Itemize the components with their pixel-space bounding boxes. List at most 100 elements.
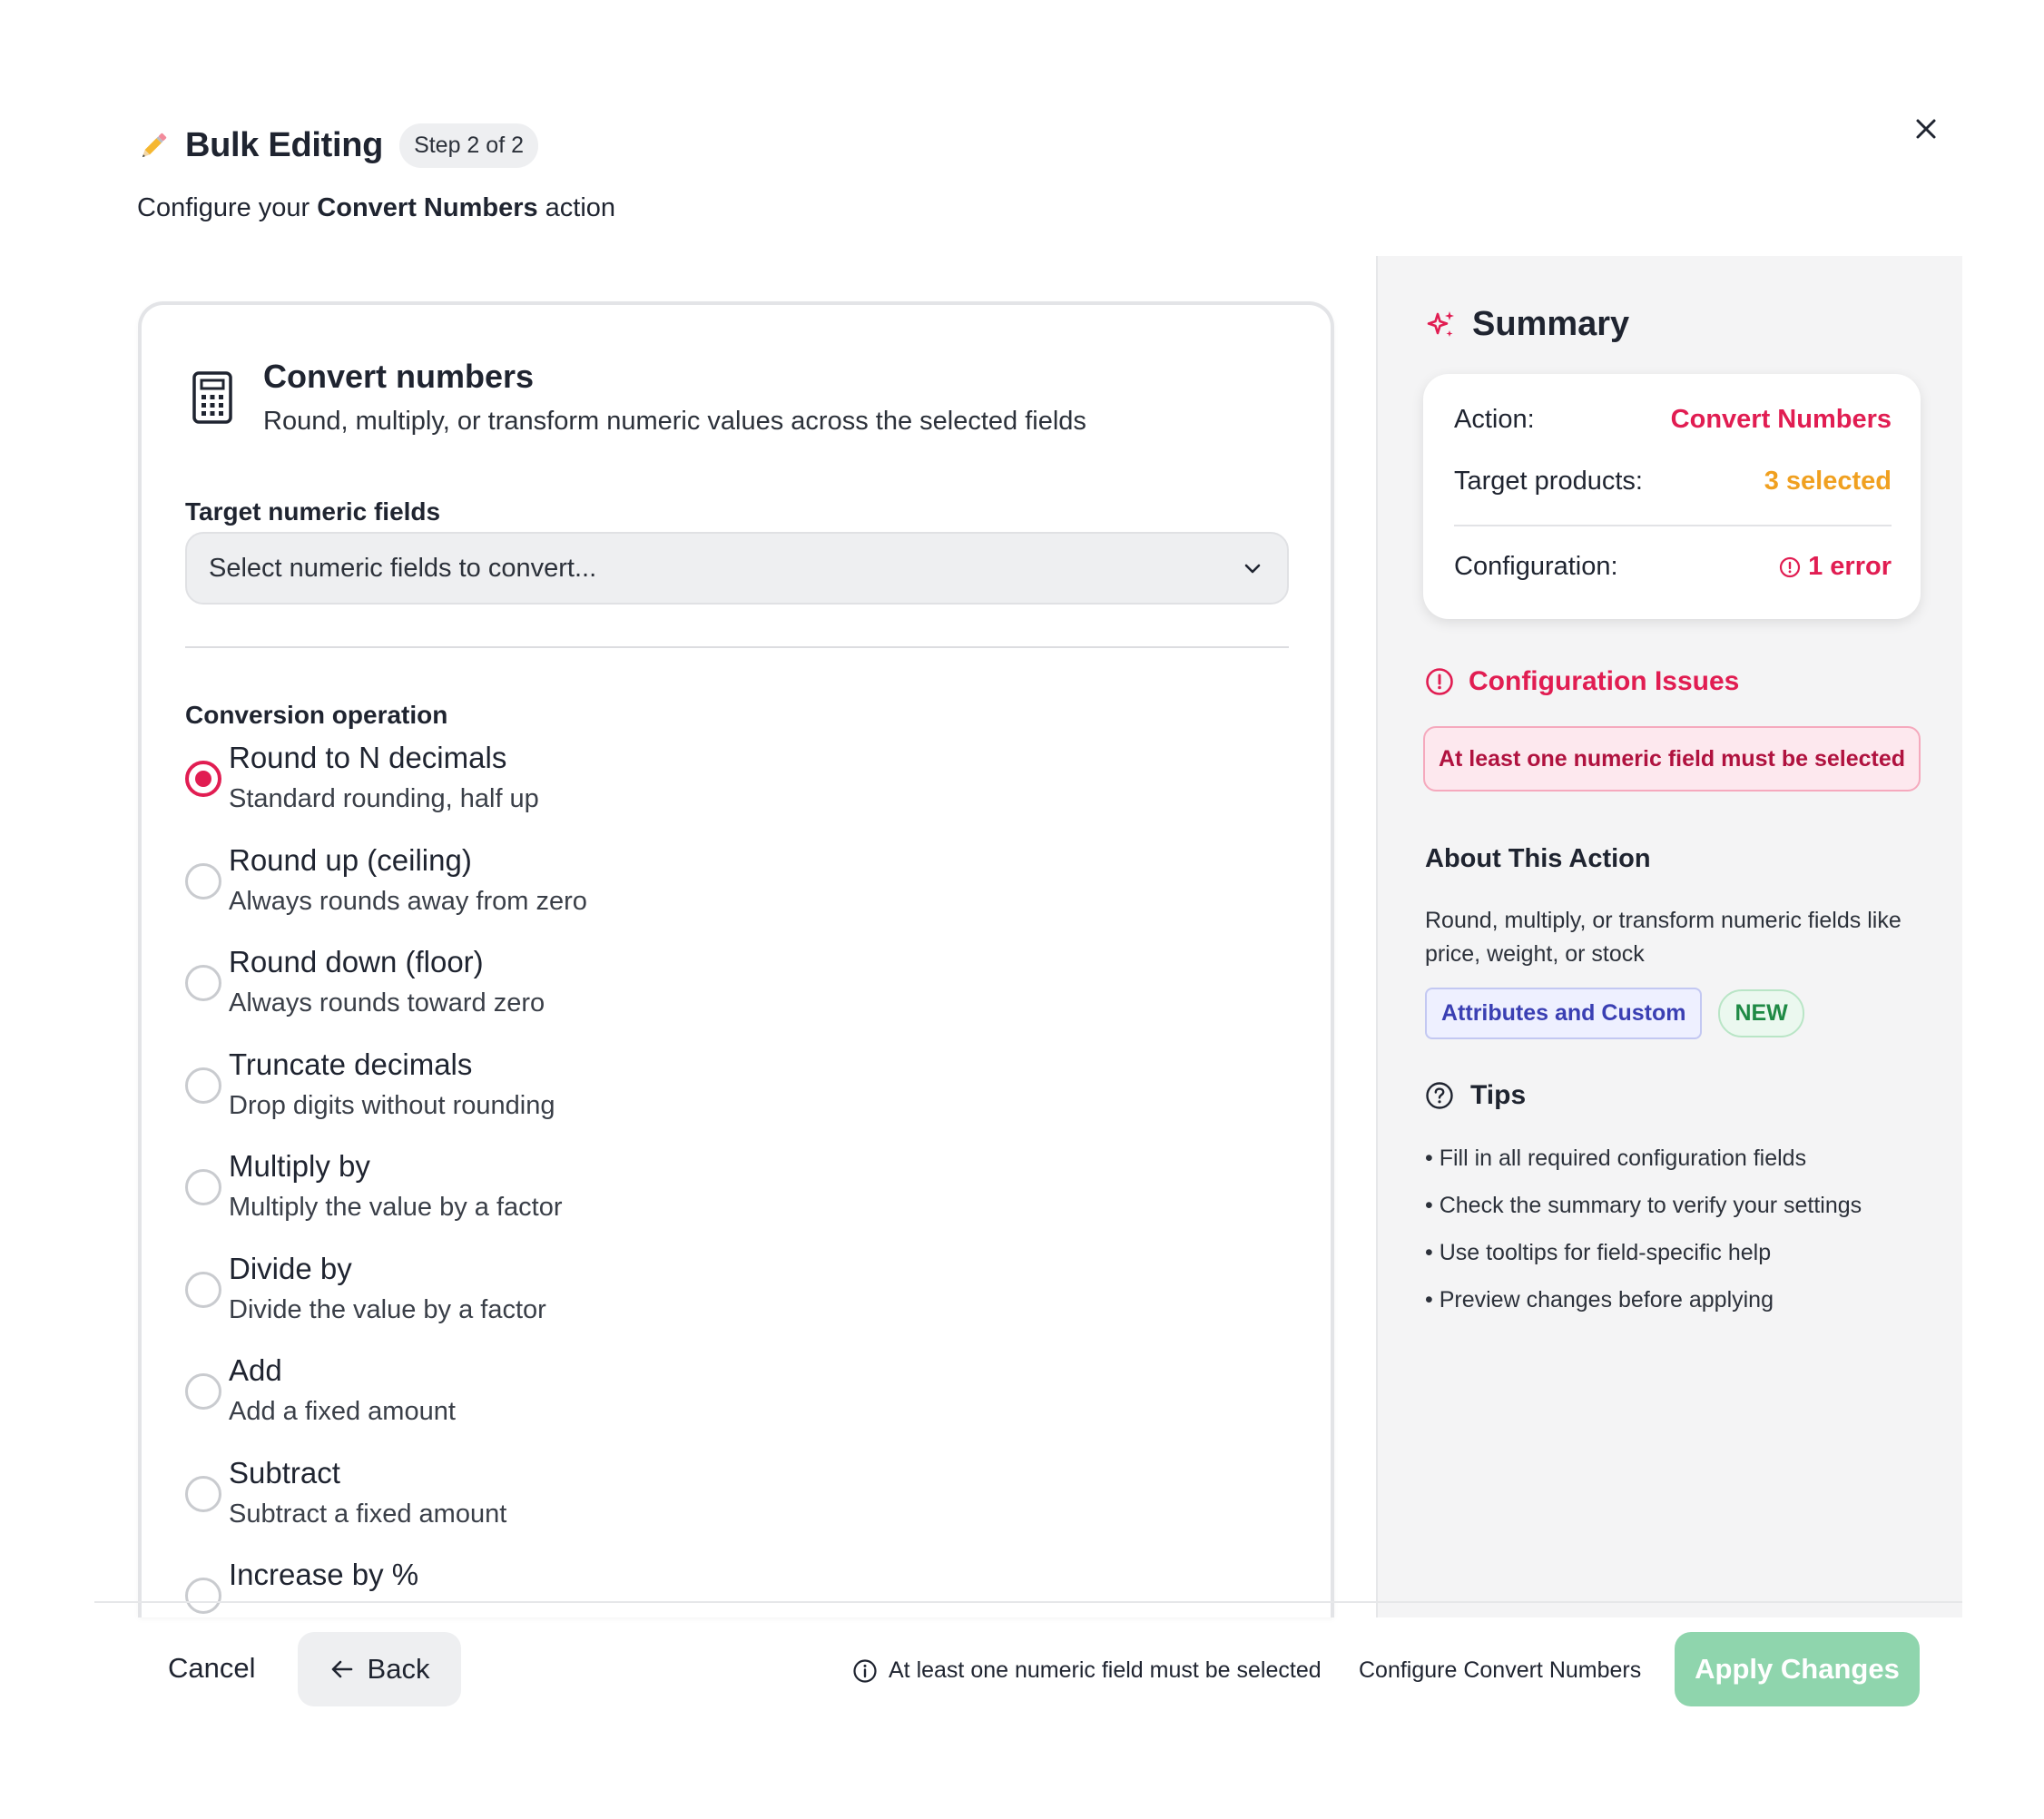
step-badge: Step 2 of 2 [399,123,538,168]
category-tag: Attributes and Custom [1425,988,1703,1039]
radio-increase-by-percent[interactable]: Increase by % [185,1556,1274,1617]
radio-button[interactable] [185,862,221,900]
modal-title: Bulk Editing [185,126,384,164]
radio-title: Round to N decimals [229,741,507,774]
summary-card: Action: Convert Numbers Target products:… [1423,374,1921,619]
info-icon [853,1658,877,1683]
radio-truncate-decimals[interactable]: Truncate decimals Drop digits without ro… [185,1046,1274,1148]
configuration-issues-title: Configuration Issues [1469,666,1740,696]
about-action-title: About This Action [1425,844,1651,873]
pencil-icon [142,133,167,157]
conversion-operation-label: Conversion operation [185,701,448,729]
new-badge: NEW [1718,989,1804,1037]
apply-changes-button[interactable]: Apply Changes [1675,1632,1920,1706]
close-button[interactable] [1910,113,1942,145]
radio-description: Always rounds toward zero [229,988,545,1018]
footer-divider [94,1601,1962,1603]
summary-title: Summary [1472,305,1630,343]
summary-target-key: Target products: [1454,467,1643,496]
radio-description: Standard rounding, half up [229,784,539,813]
summary-target-value: 3 selected [1764,467,1892,496]
footer-message-text: At least one numeric field must be selec… [889,1657,1322,1683]
summary-target-row: Target products: 3 selected [1454,467,1892,497]
card-title: Convert numbers [263,358,535,395]
action-tags: Attributes and Custom NEW [1425,988,1804,1039]
summary-action-value: Convert Numbers [1670,405,1892,434]
card-description: Round, multiply, or transform numeric va… [263,407,1086,436]
tips-title: Tips [1470,1080,1527,1110]
conversion-operation-radio-group: Round to N decimals Standard rounding, h… [185,739,1274,1617]
summary-config-value: 1 error [1779,552,1892,582]
calculator-icon [192,371,232,424]
radio-round-down[interactable]: Round down (floor) Always rounds toward … [185,943,1274,1046]
radio-description: Add a fixed amount [229,1397,456,1426]
target-fields-select[interactable]: Select numeric fields to convert... [185,532,1289,605]
radio-button[interactable] [185,1373,221,1410]
modal-subtitle: Configure your Convert Numbers action [137,193,615,223]
footer-validation-message: At least one numeric field must be selec… [852,1657,1322,1684]
radio-description: Divide the value by a factor [229,1294,546,1324]
radio-title: Truncate decimals [229,1047,473,1081]
radio-description: Always rounds away from zero [229,886,587,916]
radio-button[interactable] [185,1067,221,1104]
tip-item: Use tooltips for field-specific help [1425,1229,1862,1276]
summary-action-key: Action: [1454,405,1535,434]
issue-message-box: At least one numeric field must be selec… [1423,726,1921,792]
radio-button[interactable] [185,1169,221,1205]
radio-subtract[interactable]: Subtract Subtract a fixed amount [185,1454,1274,1557]
radio-multiply-by[interactable]: Multiply by Multiply the value by a fact… [185,1147,1274,1250]
radio-button[interactable] [185,1271,221,1308]
modal-header: Bulk Editing Step 2 of 2 [136,123,538,168]
tips-header: Tips [1425,1080,1526,1111]
convert-numbers-card: Convert numbers Round, multiply, or tran… [138,301,1334,1617]
config-error-text: 1 error [1808,552,1892,581]
configuration-issues-header: Configuration Issues [1425,666,1739,697]
summary-action-row: Action: Convert Numbers [1454,405,1892,435]
subtitle-prefix: Configure your [137,193,318,222]
section-divider [185,646,1289,648]
summary-header: Summary [1425,305,1629,344]
back-label: Back [367,1653,430,1685]
radio-button[interactable] [185,965,221,1001]
radio-title: Subtract [229,1455,340,1490]
radio-divide-by[interactable]: Divide by Divide the value by a factor [185,1250,1274,1352]
summary-config-key: Configuration: [1454,552,1618,581]
radio-description: Multiply the value by a factor [229,1193,563,1222]
cancel-button[interactable]: Cancel [168,1652,256,1685]
chevron-down-icon [1244,564,1261,574]
radio-button[interactable] [185,761,221,797]
radio-title: Round up (ceiling) [229,842,472,877]
tips-list: Fill in all required configuration field… [1425,1135,1862,1323]
radio-title: Divide by [229,1251,352,1285]
alert-circle-icon [1426,668,1453,695]
tip-item: Preview changes before applying [1425,1276,1862,1323]
radio-description: Subtract a fixed amount [229,1499,507,1529]
tip-item: Check the summary to verify your setting… [1425,1182,1862,1229]
subtitle-action: Convert Numbers [317,193,538,222]
summary-config-row: Configuration: 1 error [1454,552,1892,582]
radio-button[interactable] [185,1475,221,1512]
target-fields-placeholder: Select numeric fields to convert... [209,553,597,583]
summary-divider [1454,525,1892,526]
sparkles-icon [1427,310,1454,337]
summary-sidebar: Summary Action: Convert Numbers Target p… [1376,256,1962,1617]
footer-configure-label: Configure Convert Numbers [1359,1657,1642,1683]
back-button[interactable]: Back [298,1632,461,1706]
radio-description: Drop digits without rounding [229,1090,555,1120]
tip-item: Fill in all required configuration field… [1425,1135,1862,1182]
subtitle-suffix: action [537,193,616,222]
alert-circle-icon [1780,556,1801,577]
help-circle-icon [1426,1082,1453,1109]
radio-button[interactable] [185,1578,221,1614]
radio-title: Add [229,1353,282,1387]
radio-round-up[interactable]: Round up (ceiling) Always rounds away fr… [185,841,1274,944]
about-action-description: Round, multiply, or transform numeric fi… [1425,908,1902,967]
radio-title: Multiply by [229,1149,370,1183]
target-fields-label: Target numeric fields [185,497,441,526]
radio-title: Increase by % [229,1558,419,1591]
close-icon [1916,119,1936,139]
radio-title: Round down (floor) [229,945,484,978]
radio-add[interactable]: Add Add a fixed amount [185,1352,1274,1454]
arrow-left-icon [331,1660,352,1678]
radio-round-n-decimals[interactable]: Round to N decimals Standard rounding, h… [185,739,1274,841]
